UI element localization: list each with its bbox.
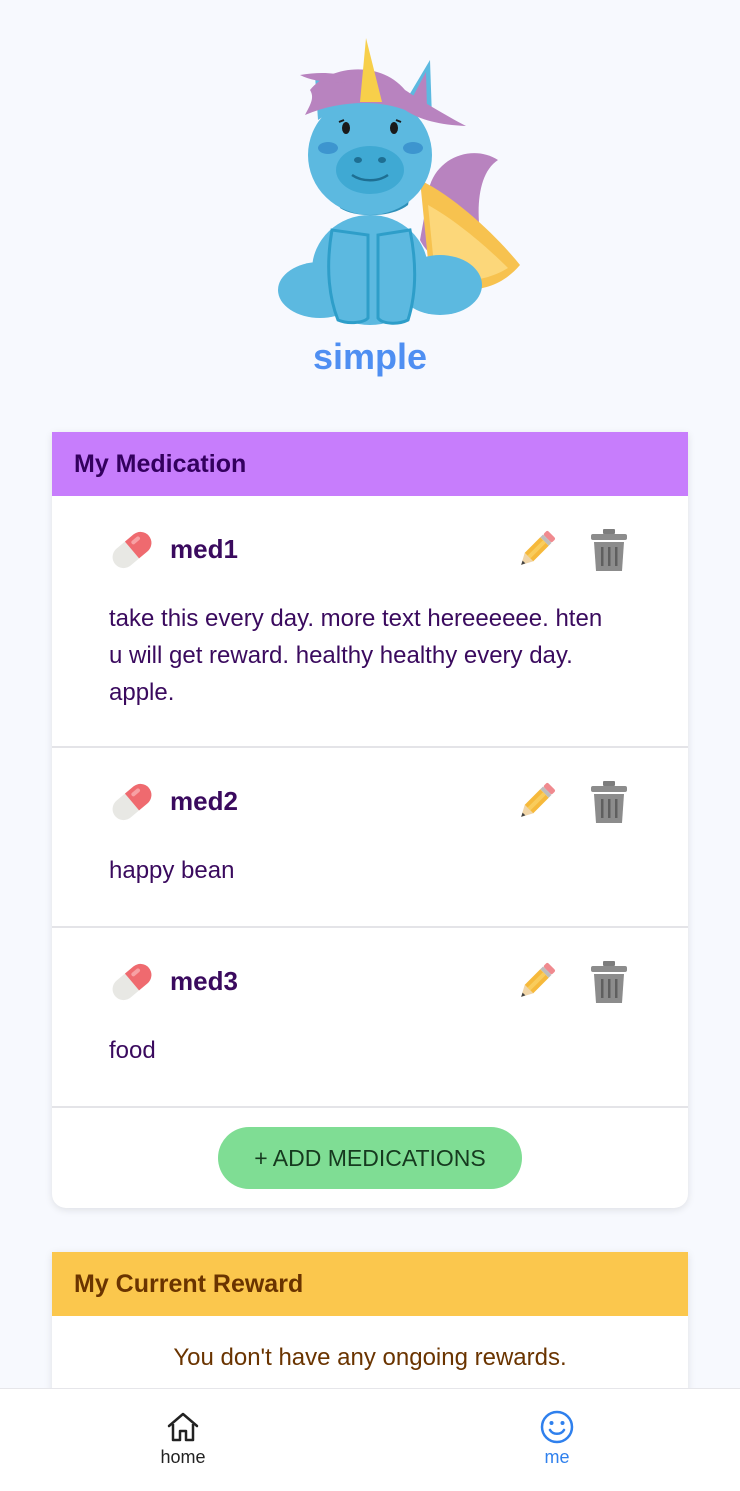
pill-icon bbox=[112, 783, 152, 821]
reward-empty-text: You don't have any ongoing rewards. bbox=[173, 1344, 567, 1371]
edit-pencil-icon[interactable] bbox=[512, 526, 560, 574]
medication-description: happy bean bbox=[109, 857, 235, 884]
reward-card-title: My Current Reward bbox=[52, 1252, 688, 1316]
trash-icon[interactable] bbox=[588, 958, 630, 1006]
medication-list-item: med3 food bbox=[52, 928, 688, 1108]
medication-card-title: My Medication bbox=[52, 432, 688, 496]
medication-list-item: med1 take this every day. more text here… bbox=[52, 496, 688, 748]
medication-card: My Medication med1 take this every day. … bbox=[52, 432, 688, 1208]
profile-page: simple My Medication med1 take this ever… bbox=[0, 0, 740, 1491]
medication-list-item: med2 happy bean bbox=[52, 748, 688, 928]
medication-description: food bbox=[109, 1037, 156, 1064]
medication-description: take this every day. more text hereeeeee… bbox=[109, 605, 603, 706]
bottom-nav: home me bbox=[0, 1388, 740, 1491]
smiley-face-icon bbox=[540, 1410, 574, 1444]
pill-icon bbox=[112, 963, 152, 1001]
medication-name: med2 bbox=[170, 786, 238, 816]
nav-me-tab[interactable]: me bbox=[512, 1409, 602, 1469]
nav-home-tab[interactable]: home bbox=[138, 1409, 228, 1469]
trash-icon[interactable] bbox=[588, 526, 630, 574]
pill-icon bbox=[112, 531, 152, 569]
trash-icon[interactable] bbox=[588, 778, 630, 826]
add-medications-button[interactable]: + ADD MEDICATIONS bbox=[218, 1127, 522, 1189]
medication-name: med1 bbox=[170, 534, 238, 564]
medication-name: med3 bbox=[170, 966, 238, 996]
unicorn-icon bbox=[270, 30, 530, 335]
add-medication-row: + ADD MEDICATIONS bbox=[52, 1108, 688, 1208]
home-icon bbox=[167, 1412, 199, 1442]
edit-pencil-icon[interactable] bbox=[512, 778, 560, 826]
edit-pencil-icon[interactable] bbox=[512, 958, 560, 1006]
nav-me-label: me bbox=[544, 1447, 570, 1467]
username: simple bbox=[312, 336, 428, 377]
nav-home-label: home bbox=[160, 1447, 206, 1467]
